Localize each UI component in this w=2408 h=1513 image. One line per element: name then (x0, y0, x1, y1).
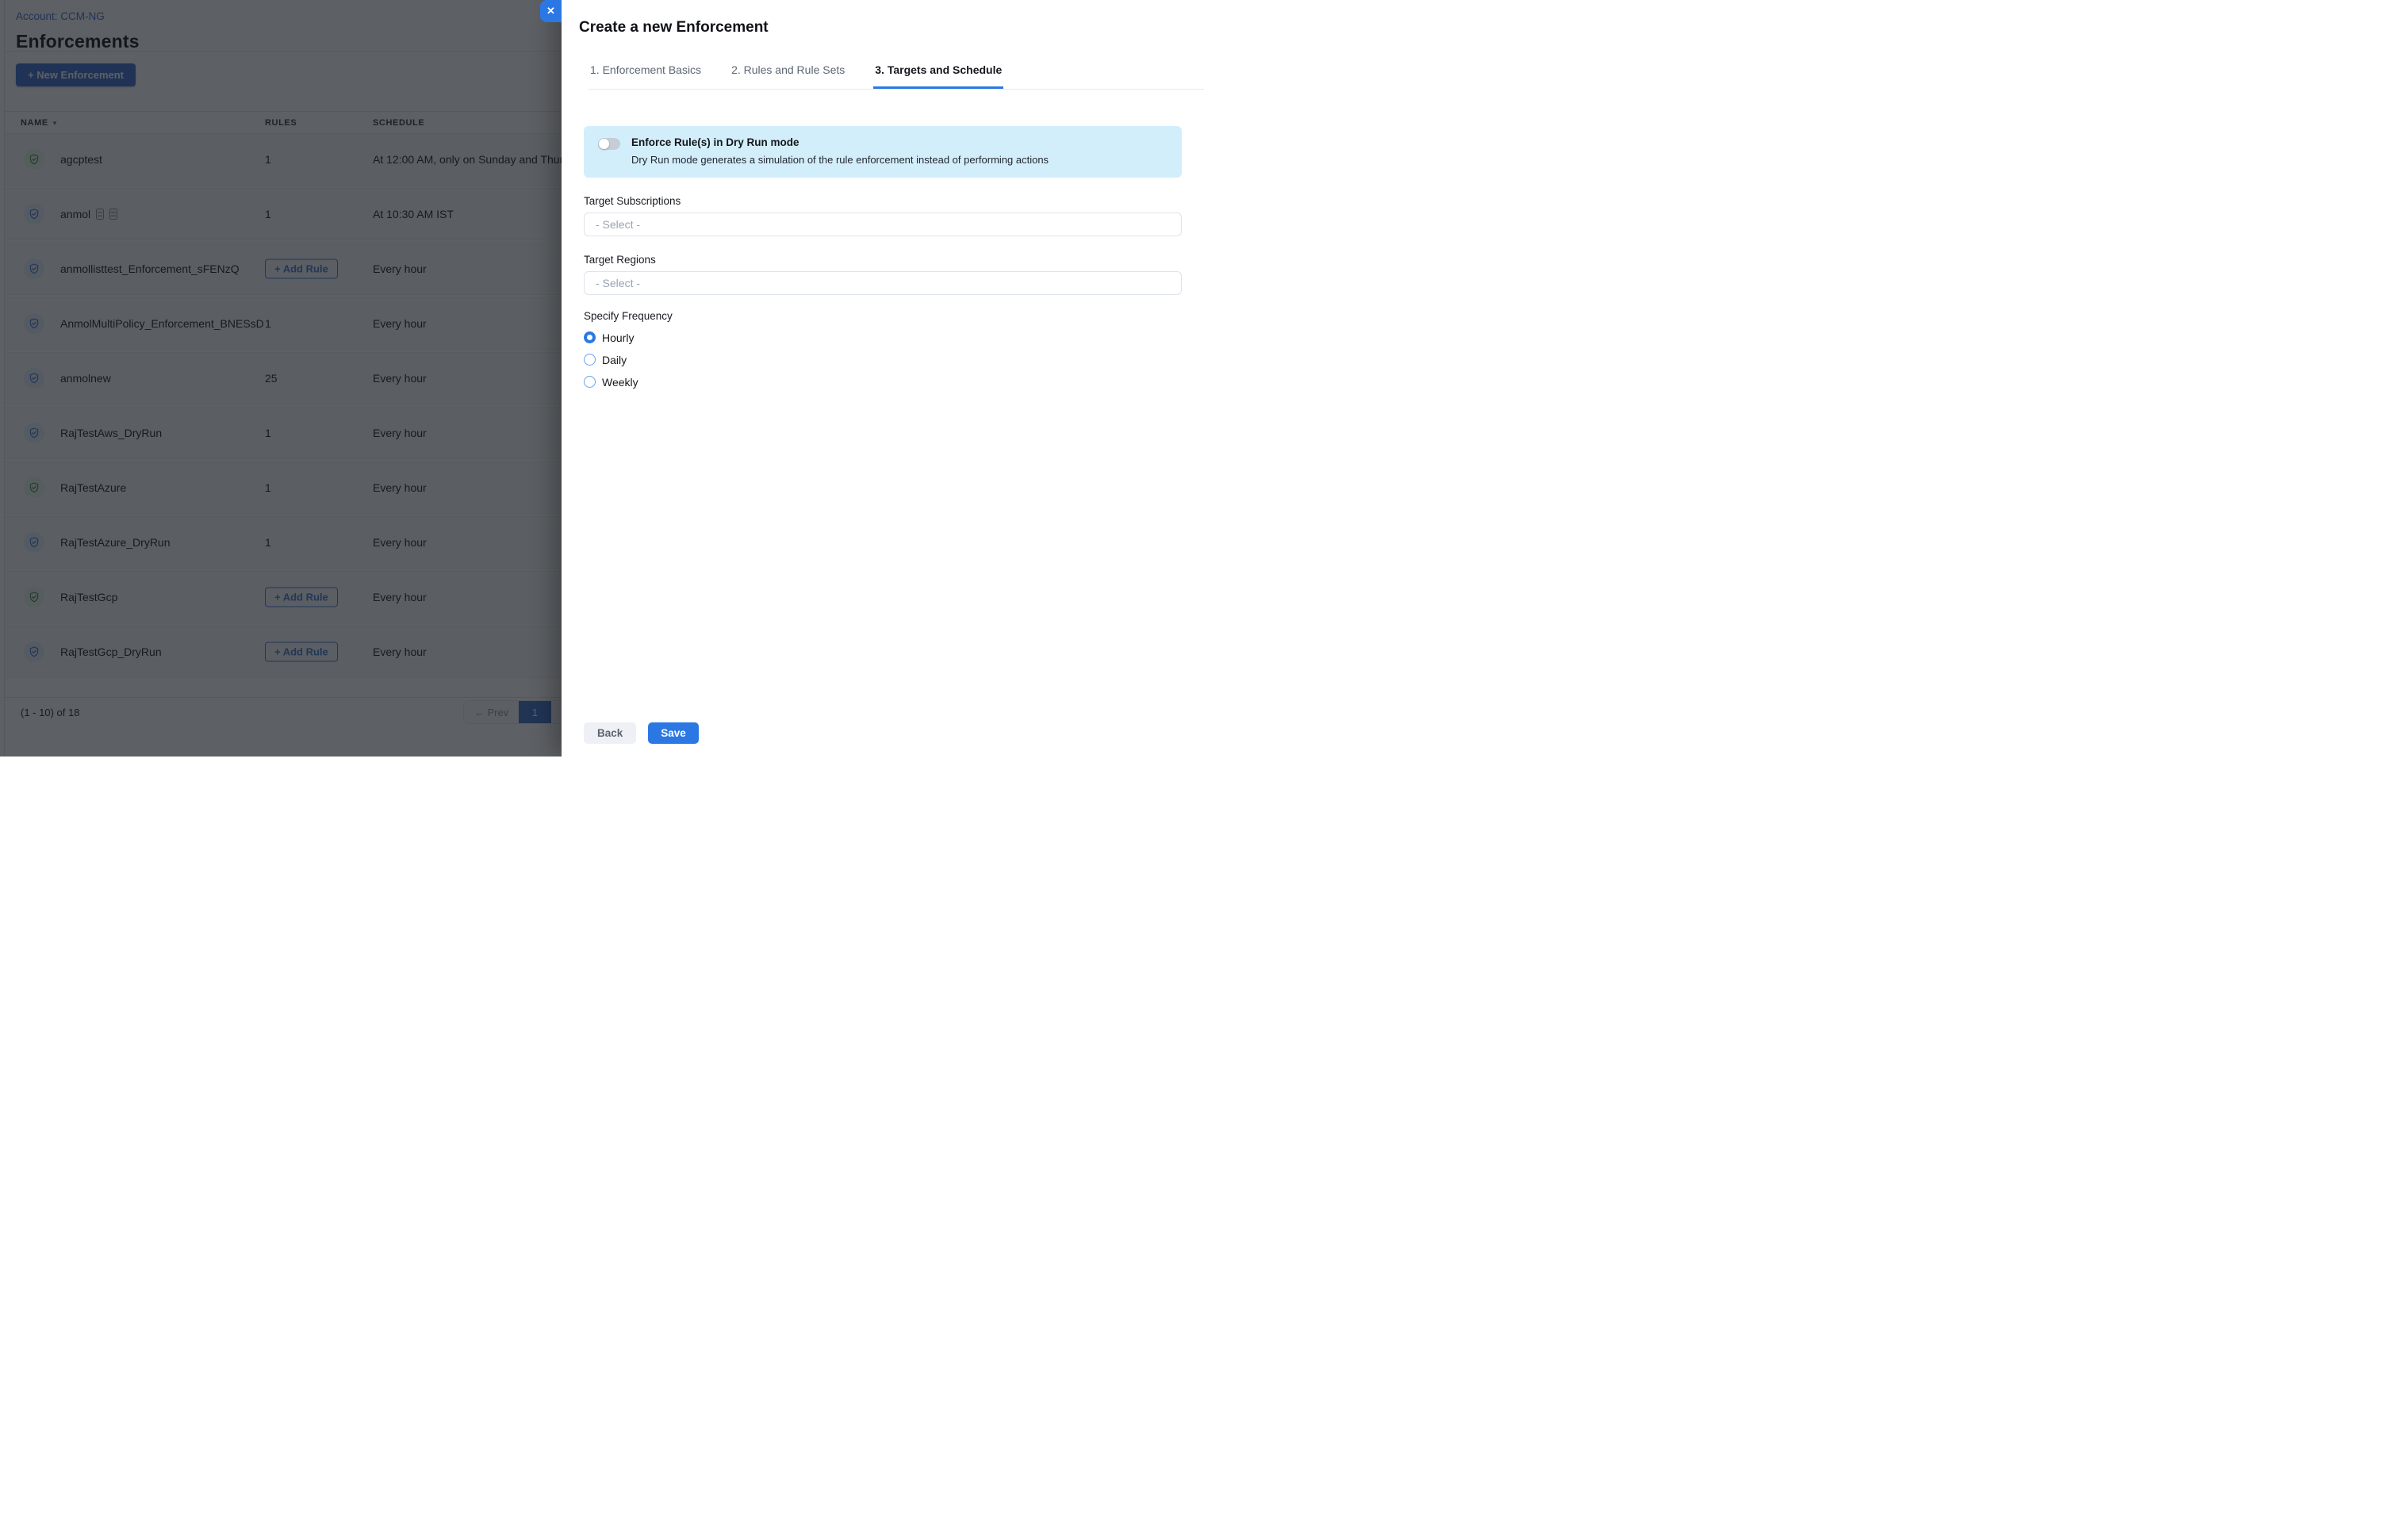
dry-run-banner: Enforce Rule(s) in Dry Run mode Dry Run … (584, 126, 1182, 178)
frequency-option-weekly[interactable]: Weekly (584, 375, 1182, 389)
target-regions-select[interactable]: - Select - (584, 271, 1182, 295)
tab-rules-and-rule-sets[interactable]: 2. Rules and Rule Sets (730, 63, 846, 89)
dry-run-description: Dry Run mode generates a simulation of t… (631, 154, 1049, 166)
tab-enforcement-basics[interactable]: 1. Enforcement Basics (589, 63, 703, 89)
target-regions-label: Target Regions (584, 254, 1182, 266)
tab-targets-and-schedule[interactable]: 3. Targets and Schedule (873, 63, 1003, 89)
dry-run-toggle[interactable] (598, 138, 620, 150)
target-subscriptions-placeholder: - Select - (596, 218, 640, 231)
target-regions-placeholder: - Select - (596, 277, 640, 289)
radio-unselected-icon (584, 376, 596, 388)
dry-run-title: Enforce Rule(s) in Dry Run mode (631, 136, 1049, 148)
create-enforcement-panel: ✕ Create a new Enforcement 1. Enforcemen… (562, 0, 1204, 756)
radio-selected-icon (584, 331, 596, 343)
radio-unselected-icon (584, 354, 596, 366)
screen: Account: CCM-NG Enforcements + New Enfor… (0, 0, 1204, 756)
target-subscriptions-label: Target Subscriptions (584, 195, 1182, 207)
frequency-option-daily[interactable]: Daily (584, 353, 1182, 366)
wizard-tabs: 1. Enforcement Basics 2. Rules and Rule … (589, 63, 1204, 90)
target-subscriptions-select[interactable]: - Select - (584, 213, 1182, 236)
back-button[interactable]: Back (584, 722, 636, 744)
close-icon[interactable]: ✕ (540, 0, 562, 22)
toggle-knob-icon (599, 139, 609, 149)
save-button[interactable]: Save (648, 722, 699, 744)
panel-title: Create a new Enforcement (562, 0, 1204, 36)
specify-frequency-label: Specify Frequency (584, 310, 1182, 322)
frequency-option-hourly[interactable]: Hourly (584, 331, 1182, 344)
